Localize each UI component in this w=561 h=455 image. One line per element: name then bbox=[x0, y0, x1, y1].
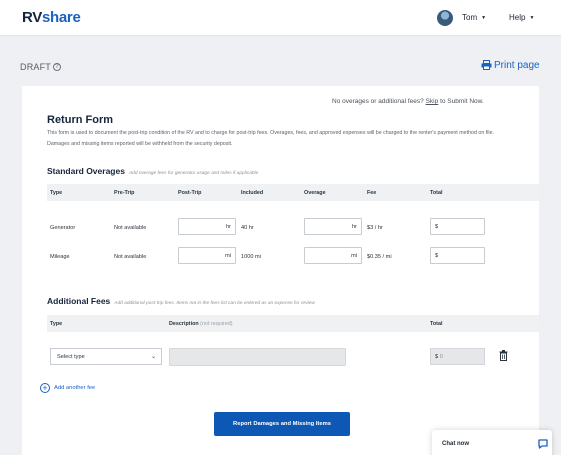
included-value: 40 hr bbox=[241, 225, 254, 231]
add-another-fee-link[interactable]: + Add another fee bbox=[40, 383, 95, 393]
column-header-total: Total bbox=[430, 321, 443, 327]
form-title: Return Form bbox=[47, 114, 113, 126]
rvshare-logo[interactable]: RVshare bbox=[22, 9, 81, 26]
mileage-overage-input[interactable]: mi bbox=[304, 247, 362, 264]
draft-status: DRAFT? bbox=[20, 62, 61, 72]
column-header-total: Total bbox=[430, 190, 443, 196]
chevron-down-icon: ⌄ bbox=[150, 354, 156, 360]
column-header-type: Type bbox=[50, 190, 63, 196]
fees-table-header bbox=[47, 315, 539, 332]
user-menu[interactable]: Tom ▼ bbox=[462, 13, 486, 22]
fee-description-textarea[interactable] bbox=[169, 348, 346, 366]
overage-type-generator: Generator bbox=[50, 225, 76, 231]
chevron-down-icon: ▼ bbox=[529, 15, 535, 21]
pre-trip-value: Not available bbox=[114, 225, 147, 231]
column-header-overage: Overage bbox=[304, 190, 326, 196]
help-circle-icon[interactable]: ? bbox=[53, 63, 61, 71]
user-avatar[interactable] bbox=[437, 10, 453, 26]
mileage-post-trip-input[interactable]: mi bbox=[178, 247, 236, 264]
column-header-fee: Fee bbox=[367, 190, 377, 196]
top-navigation-bar: RVshare Tom ▼ Help ▼ bbox=[0, 0, 561, 36]
plus-circle-icon: + bbox=[40, 383, 50, 393]
column-header-post-trip: Post-Trip bbox=[178, 190, 202, 196]
print-page-link[interactable]: Print page bbox=[481, 60, 540, 71]
help-label: Help bbox=[509, 13, 526, 22]
chat-label: Chat now bbox=[442, 441, 469, 447]
fee-type-select[interactable]: Select type ⌄ bbox=[50, 348, 162, 365]
fee-value: $0.35 / mi bbox=[367, 254, 392, 260]
generator-total-input[interactable]: $ bbox=[430, 218, 485, 235]
chevron-down-icon: ▼ bbox=[481, 15, 487, 21]
included-value: 1000 mi bbox=[241, 254, 261, 260]
printer-icon bbox=[481, 60, 492, 70]
chat-widget[interactable]: Chat now bbox=[432, 430, 552, 455]
generator-overage-input[interactable]: hr bbox=[304, 218, 362, 235]
overage-type-mileage: Mileage bbox=[50, 254, 70, 260]
form-description: This form is used to document the post-t… bbox=[47, 130, 494, 147]
fee-value: $3 / hr bbox=[367, 225, 383, 231]
chat-bubble-icon bbox=[538, 439, 548, 449]
column-header-type: Type bbox=[50, 321, 63, 327]
column-header-pre-trip: Pre-Trip bbox=[114, 190, 135, 196]
column-header-included: Included bbox=[241, 190, 264, 196]
skip-link[interactable]: Skip bbox=[426, 98, 439, 105]
column-header-description: Description (not required) bbox=[169, 321, 233, 327]
pre-trip-value: Not available bbox=[114, 254, 147, 260]
mileage-total-input[interactable]: $ bbox=[430, 247, 485, 264]
help-menu[interactable]: Help ▼ bbox=[509, 13, 534, 22]
additional-fees-subtitle: Add additional post-trip fees. Items not… bbox=[114, 301, 315, 306]
report-damages-button[interactable]: Report Damages and Missing Items bbox=[214, 412, 350, 436]
additional-fees-heading: Additional Fees Add additional post-trip … bbox=[47, 296, 315, 306]
no-overages-note: No overages or additional fees? Skip to … bbox=[332, 98, 484, 105]
standard-overages-heading: Standard Overages Add overage fees for ge… bbox=[47, 166, 259, 176]
return-form-card: No overages or additional fees? Skip to … bbox=[22, 86, 539, 455]
fee-total-input[interactable]: $ 0 bbox=[430, 348, 485, 365]
generator-post-trip-input[interactable]: hr bbox=[178, 218, 236, 235]
trash-icon[interactable] bbox=[499, 350, 508, 361]
user-name: Tom bbox=[462, 13, 478, 22]
standard-overages-subtitle: Add overage fees for generator usage and… bbox=[128, 171, 259, 176]
